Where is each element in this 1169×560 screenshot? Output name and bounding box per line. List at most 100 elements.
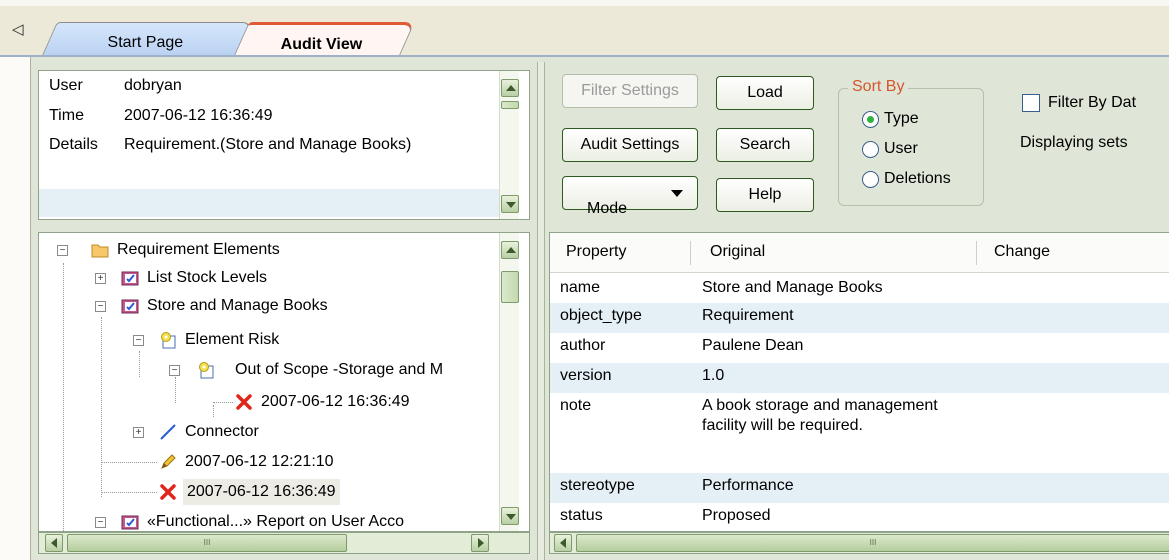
tree-node-label: 2007-06-12 12:21:10 bbox=[185, 453, 334, 470]
collapse-icon[interactable]: − bbox=[57, 245, 68, 256]
scroll-right-button[interactable] bbox=[471, 534, 489, 552]
sort-type-radio[interactable] bbox=[862, 111, 879, 128]
column-header-change[interactable]: Change bbox=[994, 243, 1050, 261]
table-row[interactable]: name Store and Manage Books bbox=[550, 275, 1169, 303]
requirement-icon bbox=[121, 299, 139, 314]
tree-node-label: Requirement Elements bbox=[117, 241, 280, 258]
tree-node-store-and-manage-books[interactable]: − Store and Manage Books bbox=[39, 293, 499, 319]
cell-property: object_type bbox=[560, 307, 642, 324]
folder-icon bbox=[91, 244, 109, 258]
scroll-thumb[interactable] bbox=[501, 101, 519, 109]
cell-property: status bbox=[560, 507, 603, 524]
expand-icon[interactable]: + bbox=[95, 273, 106, 284]
tree-node-label: Store and Manage Books bbox=[147, 297, 328, 314]
table-row[interactable]: note A book storage and management facil… bbox=[550, 393, 1169, 471]
tree-node-element-risk[interactable]: − Element Risk bbox=[39, 327, 499, 353]
grid-header: Property Original Change bbox=[550, 233, 1169, 273]
expand-icon[interactable]: + bbox=[133, 427, 144, 438]
scroll-down-button[interactable] bbox=[501, 195, 519, 213]
displaying-sets-label: Displaying sets bbox=[1020, 134, 1128, 151]
scroll-up-button[interactable] bbox=[501, 241, 519, 259]
tree-node-out-of-scope[interactable]: − Out of Scope -Storage and M bbox=[39, 357, 499, 383]
sort-by-title: Sort By bbox=[848, 78, 909, 96]
details-row-details: Details Requirement.(Store and Manage Bo… bbox=[39, 134, 499, 194]
tab-strip: ◁ Start Page Audit View bbox=[0, 0, 1169, 62]
filter-settings-button[interactable]: Filter Settings bbox=[562, 74, 698, 108]
table-row[interactable]: object_type Requirement bbox=[550, 303, 1169, 333]
collapse-icon[interactable]: − bbox=[169, 365, 180, 376]
risk-icon bbox=[199, 362, 214, 379]
cell-original: Store and Manage Books bbox=[702, 279, 883, 296]
tree-node-list-stock-levels[interactable]: + List Stock Levels bbox=[39, 265, 499, 291]
tree-line bbox=[213, 402, 233, 403]
tree-horizontal-scrollbar[interactable]: III bbox=[38, 532, 530, 554]
scroll-up-button[interactable] bbox=[501, 79, 519, 97]
tree-node-connector[interactable]: + Connector bbox=[39, 419, 499, 445]
tab-scroll-left-icon[interactable]: ◁ bbox=[12, 20, 24, 38]
tree-node-label: Element Risk bbox=[185, 331, 280, 348]
tree-scrollbar[interactable] bbox=[499, 233, 519, 531]
audit-tree: − Requirement Elements + List Stock Leve… bbox=[38, 232, 530, 532]
tree-node-label: Out of Scope -Storage and M bbox=[235, 361, 444, 378]
panel-splitter[interactable] bbox=[537, 62, 545, 560]
details-label: Details bbox=[49, 136, 98, 153]
requirement-icon bbox=[121, 515, 139, 530]
sort-deletions-radio[interactable] bbox=[862, 171, 879, 188]
column-header-original[interactable]: Original bbox=[710, 243, 765, 261]
mode-label: Mode bbox=[587, 200, 628, 217]
scroll-left-button[interactable] bbox=[45, 534, 63, 552]
tree-node-label: «Functional...» Report on User Acco bbox=[147, 513, 405, 530]
help-button[interactable]: Help bbox=[716, 178, 814, 212]
delete-x-icon bbox=[236, 394, 252, 410]
audit-details-panel: User dobryan Time 2007-06-12 16:36:49 De… bbox=[38, 70, 530, 220]
table-row[interactable]: status Proposed bbox=[550, 503, 1169, 531]
search-button[interactable]: Search bbox=[716, 128, 814, 162]
collapse-icon[interactable]: − bbox=[95, 517, 106, 528]
column-separator[interactable] bbox=[976, 241, 977, 265]
scroll-thumb[interactable]: III bbox=[67, 534, 347, 552]
details-value: dobryan bbox=[124, 77, 182, 94]
requirement-icon bbox=[121, 271, 139, 286]
scroll-thumb[interactable] bbox=[501, 271, 519, 303]
cell-original: Requirement bbox=[702, 307, 794, 324]
collapse-icon[interactable]: − bbox=[95, 301, 106, 312]
collapse-icon[interactable]: − bbox=[133, 335, 144, 346]
sort-user-radio[interactable] bbox=[862, 141, 879, 158]
tree-node-report-on-user-account[interactable]: − «Functional...» Report on User Acco bbox=[39, 509, 499, 531]
cell-property: stereotype bbox=[560, 477, 635, 494]
cell-original: Proposed bbox=[702, 507, 771, 524]
details-row-empty bbox=[39, 189, 499, 217]
tree-node-deletion-record[interactable]: 2007-06-12 16:36:49 bbox=[39, 389, 499, 415]
cell-original: Paulene Dean bbox=[702, 337, 804, 354]
cell-property: author bbox=[560, 337, 606, 354]
scroll-thumb[interactable]: III bbox=[576, 534, 1169, 552]
table-row[interactable]: author Paulene Dean bbox=[550, 333, 1169, 363]
filter-by-date-label: Filter By Dat bbox=[1048, 94, 1137, 111]
details-scrollbar[interactable] bbox=[499, 71, 519, 219]
table-row[interactable]: stereotype Performance bbox=[550, 473, 1169, 503]
load-button[interactable]: Load bbox=[716, 76, 814, 110]
audit-settings-button[interactable]: Audit Settings bbox=[562, 128, 698, 162]
tree-node-edit-record[interactable]: 2007-06-12 12:21:10 bbox=[39, 449, 499, 475]
tree-node-deletion-record-selected[interactable]: 2007-06-12 16:36:49 bbox=[39, 479, 499, 505]
column-separator[interactable] bbox=[690, 241, 691, 265]
filter-by-date-checkbox[interactable] bbox=[1022, 94, 1040, 112]
delete-x-icon bbox=[160, 484, 176, 500]
pencil-icon bbox=[161, 454, 176, 469]
tree-node-label: 2007-06-12 16:36:49 bbox=[183, 479, 340, 505]
tree-node-label: Connector bbox=[185, 423, 259, 440]
sort-user-label: User bbox=[884, 140, 918, 157]
cell-property: name bbox=[560, 279, 601, 296]
grid-horizontal-scrollbar[interactable]: III bbox=[549, 532, 1169, 554]
cell-original: Performance bbox=[702, 477, 794, 494]
table-row[interactable]: version 1.0 bbox=[550, 363, 1169, 393]
scroll-left-button[interactable] bbox=[554, 534, 572, 552]
connector-icon bbox=[160, 424, 176, 440]
mode-dropdown[interactable]: Mode bbox=[562, 176, 698, 217]
details-label: User bbox=[49, 77, 83, 94]
scroll-down-button[interactable] bbox=[501, 507, 519, 525]
details-value: 2007-06-12 16:36:49 bbox=[124, 107, 273, 124]
chevron-down-icon bbox=[671, 190, 683, 197]
tree-node-requirement-elements[interactable]: − Requirement Elements bbox=[39, 237, 499, 263]
column-header-property[interactable]: Property bbox=[566, 243, 626, 261]
